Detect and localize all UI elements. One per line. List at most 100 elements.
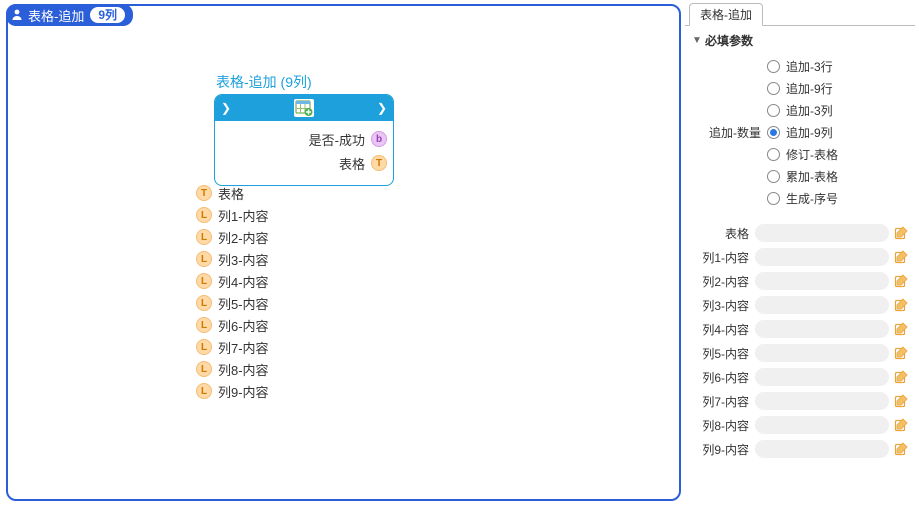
radio-button[interactable] [767,82,780,95]
input-row: T 表格 [196,182,269,204]
input-label: 表格 [218,184,244,203]
radio-row[interactable]: 追加-数量追加-9列 [699,121,909,143]
radio-text: 追加-3行 [786,58,833,75]
param-list: 表格列1-内容列2-内容列3-内容列4-内容列5-内容列6-内容列7-内容列8-… [685,213,915,465]
radio-button[interactable] [767,126,780,139]
header-bar: 表格-追加 9列 [6,4,133,26]
output-port[interactable]: T [371,155,387,171]
param-label: 列5-内容 [691,345,749,362]
input-row: L 列4-内容 [196,270,269,292]
edit-icon[interactable] [893,345,909,361]
input-row: L 列7-内容 [196,336,269,358]
input-row: L列3-内容 [196,248,269,270]
param-field[interactable] [755,440,889,458]
param-label: 列6-内容 [691,369,749,386]
input-label: 列6-内容 [218,316,269,335]
input-label: 列8-内容 [218,360,269,379]
input-label: 列7-内容 [218,338,269,357]
output-row: 是否-成功 b [221,127,387,151]
edit-icon[interactable] [893,321,909,337]
param-row: 列1-内容 [691,245,909,269]
output-port[interactable]: b [371,131,387,147]
input-row: L 列8-内容 [196,358,269,380]
param-row: 表格 [691,221,909,245]
radio-row[interactable]: 修订-表格 [699,143,909,165]
param-field[interactable] [755,416,889,434]
param-field[interactable] [755,320,889,338]
input-port[interactable]: L [196,295,212,311]
edit-icon[interactable] [893,225,909,241]
input-row: L 列6-内容 [196,314,269,336]
param-label: 列3-内容 [691,297,749,314]
side-panel: 表格-追加 ▼ 必填参数 追加-3行追加-9行追加-3列追加-数量追加-9列修订… [685,2,915,503]
radio-row[interactable]: 追加-3列 [699,99,909,121]
triangle-down-icon[interactable]: ▼ [691,35,703,46]
param-label: 列7-内容 [691,393,749,410]
block-title: 表格-追加 (9列) [216,72,312,92]
edit-icon[interactable] [893,369,909,385]
input-port[interactable]: L [196,383,212,399]
input-port[interactable]: L [196,273,212,289]
param-field[interactable] [755,344,889,362]
param-field[interactable] [755,392,889,410]
edit-icon[interactable] [893,393,909,409]
input-port[interactable]: L [196,207,212,223]
input-port[interactable]: L [196,361,212,377]
param-label: 列2-内容 [691,273,749,290]
param-label: 列1-内容 [691,249,749,266]
radio-button[interactable] [767,148,780,161]
edit-icon[interactable] [893,417,909,433]
input-port[interactable]: T [196,185,212,201]
param-label: 列8-内容 [691,417,749,434]
input-label: 列4-内容 [218,272,269,291]
tab-active[interactable]: 表格-追加 [689,3,763,26]
param-label: 表格 [691,225,749,242]
param-row: 列2-内容 [691,269,909,293]
radio-button[interactable] [767,104,780,117]
input-port[interactable]: L [196,229,212,245]
input-row: L 列5-内容 [196,292,269,314]
node-block[interactable]: ❯ ❯ 是否-成功 [214,94,394,186]
header-badge: 9列 [90,7,125,23]
edit-icon[interactable] [893,297,909,313]
edit-icon[interactable] [893,273,909,289]
param-field[interactable] [755,296,889,314]
radio-text: 追加-3列 [786,102,833,119]
radio-group-label: 追加-数量 [699,124,761,141]
header-title: 表格-追加 [28,6,84,25]
block-header[interactable]: ❯ ❯ [215,95,393,121]
chevron-right-icon[interactable]: ❯ [375,101,389,115]
output-label: 是否-成功 [309,130,365,149]
main-panel: 表格-追加 9列 表格-追加 (9列) ❯ [6,4,681,501]
param-field[interactable] [755,368,889,386]
input-label: 列9-内容 [218,382,269,401]
radio-row[interactable]: 追加-3行 [699,55,909,77]
param-label: 列9-内容 [691,441,749,458]
param-field[interactable] [755,248,889,266]
chevron-left-icon[interactable]: ❯ [219,101,233,115]
param-row: 列9-内容 [691,437,909,461]
radio-button[interactable] [767,192,780,205]
radio-button[interactable] [767,170,780,183]
edit-icon[interactable] [893,249,909,265]
canvas[interactable]: 表格-追加 (9列) ❯ [8,26,679,499]
radio-text: 修订-表格 [786,146,838,163]
radio-text: 累加-表格 [786,168,838,185]
tab-strip: 表格-追加 [685,2,915,26]
radio-button[interactable] [767,60,780,73]
params-tree: ▼ 必填参数 追加-3行追加-9行追加-3列追加-数量追加-9列修订-表格累加-… [685,26,915,213]
person-icon [10,8,24,22]
section-required[interactable]: ▼ 必填参数 [691,32,909,49]
radio-row[interactable]: 累加-表格 [699,165,909,187]
input-port[interactable]: L [196,317,212,333]
input-port[interactable]: L [196,339,212,355]
radio-row[interactable]: 追加-9行 [699,77,909,99]
param-field[interactable] [755,224,889,242]
input-port[interactable]: L [196,251,212,267]
radio-row[interactable]: 生成-序号 [699,187,909,209]
param-row: 列8-内容 [691,413,909,437]
edit-icon[interactable] [893,441,909,457]
input-label: 列5-内容 [218,294,269,313]
radio-text: 追加-9行 [786,80,833,97]
param-field[interactable] [755,272,889,290]
